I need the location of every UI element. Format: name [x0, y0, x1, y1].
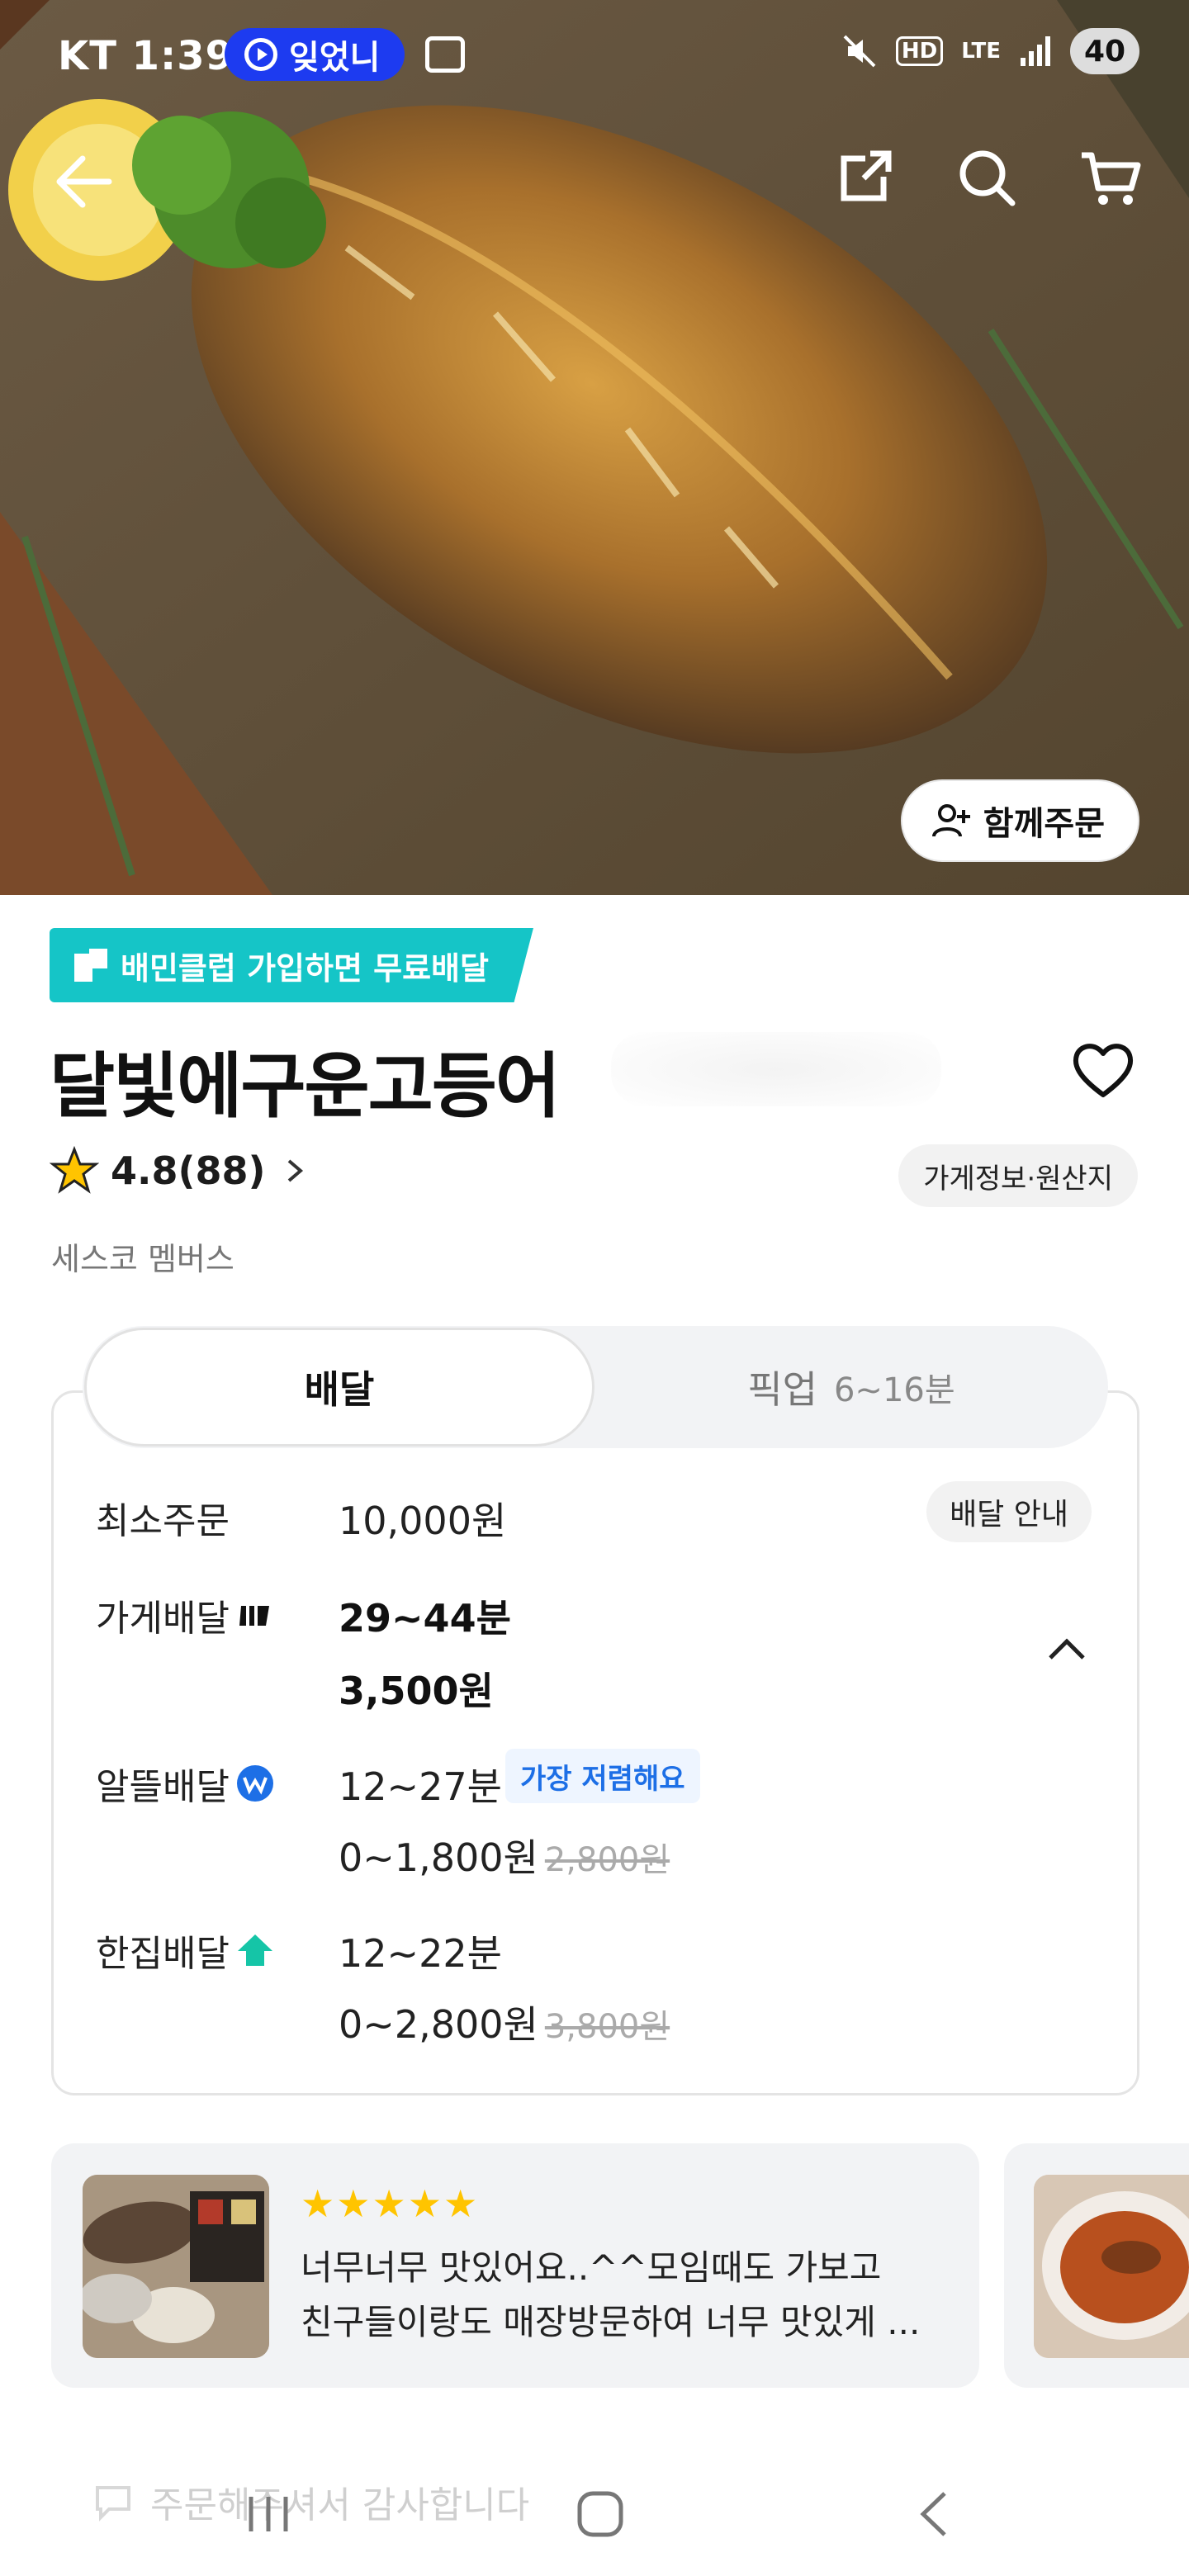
delivery-guide-button[interactable]: 배달 안내 — [926, 1481, 1092, 1542]
back-nav-icon[interactable] — [907, 2485, 964, 2543]
tab-pickup-label: 픽업 — [747, 1367, 817, 1412]
cheapest-badge: 가장 저렴해요 — [505, 1749, 700, 1803]
saver-delivery-fee-original: 2,800원 — [544, 1841, 670, 1879]
group-order-label: 함께주문 — [983, 805, 1105, 843]
store-info-origin-button[interactable]: 가게정보·원산지 — [898, 1144, 1138, 1207]
status-bar: KT 1:39 잊었니 HD LTE 40 — [0, 0, 1189, 112]
saver-delivery-fee-row: 0~1,800원 2,800원 — [339, 1828, 670, 1882]
store-hero-image: KT 1:39 잊었니 HD LTE 40 함께주문 — [0, 0, 1189, 895]
store-rating[interactable]: 4.8(88) — [50, 1146, 310, 1196]
min-order-label: 최소주문 — [96, 1500, 230, 1542]
store-delivery-row-label: 가게배달 — [96, 1589, 276, 1641]
battery-indicator: 40 — [1070, 28, 1139, 74]
review-text: 너무너무 맛있어요..^^모임때도 가보고 친구들이랑도 매장방문하여 너무 맛… — [301, 2241, 961, 2350]
bottom-message-text: 주문해주셔서 감사합니다 — [150, 2484, 530, 2526]
single-delivery-icon — [237, 1934, 272, 1966]
bottom-message: 주문해주셔서 감사합니다 — [92, 2475, 529, 2528]
single-delivery-fee-row: 0~2,800원 3,800원 — [339, 1995, 670, 2049]
notification-pill[interactable]: 잊었니 — [225, 28, 405, 81]
single-delivery-fee-original: 3,800원 — [544, 2008, 670, 2046]
status-icons: HD LTE 40 — [841, 28, 1139, 74]
store-delivery-label: 가게배달 — [96, 1598, 230, 1640]
screenshot-icon — [425, 36, 465, 73]
saver-delivery-time: 12~27분 — [339, 1764, 502, 1809]
store-delivery-icon — [239, 1606, 269, 1626]
store-delivery-time: 29~44분 — [339, 1596, 511, 1641]
rating-value: 4.8(88) — [111, 1148, 266, 1193]
search-icon[interactable] — [950, 140, 1024, 215]
single-delivery-row-label: 한집배달 — [96, 1924, 276, 1977]
review-card-next[interactable] — [1004, 2143, 1189, 2388]
tab-pickup[interactable]: 픽업 6~16분 — [596, 1328, 1106, 1447]
chevron-up-icon[interactable] — [1042, 1625, 1092, 1674]
saver-delivery-row-label: 알뜰배달 — [96, 1757, 276, 1810]
review-card[interactable]: ★★★★★ 너무너무 맛있어요..^^모임때도 가보고 친구들이랑도 매장방문하… — [51, 2143, 979, 2388]
lte-icon: LTE — [961, 39, 1001, 64]
chevron-right-icon — [287, 1159, 303, 1182]
review-line-1: 너무너무 맛있어요..^^모임때도 가보고 — [301, 2247, 882, 2288]
heart-icon[interactable] — [1070, 1037, 1136, 1103]
single-delivery-label: 한집배달 — [96, 1933, 230, 1975]
saver-delivery-label: 알뜰배달 — [96, 1766, 230, 1808]
add-person-icon — [931, 804, 970, 837]
back-arrow-icon[interactable] — [50, 149, 116, 215]
club-logo-icon — [74, 949, 107, 982]
home-icon[interactable] — [571, 2485, 629, 2543]
recent-apps-icon[interactable] — [239, 2485, 297, 2543]
notification-pill-label: 잊었니 — [289, 39, 381, 77]
signal-icon — [1021, 36, 1050, 66]
star-icon — [50, 1146, 99, 1194]
grilled-mackerel-photo — [0, 0, 1189, 895]
review-photo-next — [1034, 2175, 1189, 2358]
hd-icon: HD — [895, 36, 944, 66]
store-delivery-fee: 3,500원 — [339, 1669, 494, 1713]
min-order-value: 10,000원 — [339, 1499, 507, 1543]
member-text: 세스코 멤버스 — [51, 1241, 234, 1277]
club-badge-label: 배민클럽 가입하면 무료배달 — [121, 949, 489, 987]
share-icon[interactable] — [826, 140, 900, 215]
saver-delivery-fee: 0~1,800원 — [339, 1835, 538, 1880]
single-delivery-time: 12~22분 — [339, 1931, 502, 1976]
review-stars: ★★★★★ — [301, 2181, 480, 2226]
play-icon — [244, 38, 277, 71]
single-delivery-fee: 0~2,800원 — [339, 2002, 538, 2047]
group-order-button[interactable]: 함께주문 — [900, 779, 1139, 862]
review-line-2: 친구들이랑도 매장방문하여 너무 맛있게 ... — [301, 2302, 921, 2342]
mute-icon — [843, 35, 876, 68]
pickup-time: 6~16분 — [833, 1371, 955, 1409]
saver-delivery-icon — [236, 1765, 273, 1802]
review-photo — [83, 2175, 269, 2358]
cart-icon[interactable] — [1073, 140, 1148, 215]
top-actions — [826, 140, 1148, 215]
tab-delivery[interactable]: 배달 — [84, 1328, 594, 1447]
blurred-region — [611, 1032, 941, 1106]
baemin-club-badge[interactable]: 배민클럽 가입하면 무료배달 — [50, 928, 533, 1002]
chat-icon — [96, 2486, 130, 2522]
carrier-time: KT 1:39 — [58, 33, 234, 79]
store-name: 달빛에구운고등어 — [50, 1045, 561, 1128]
